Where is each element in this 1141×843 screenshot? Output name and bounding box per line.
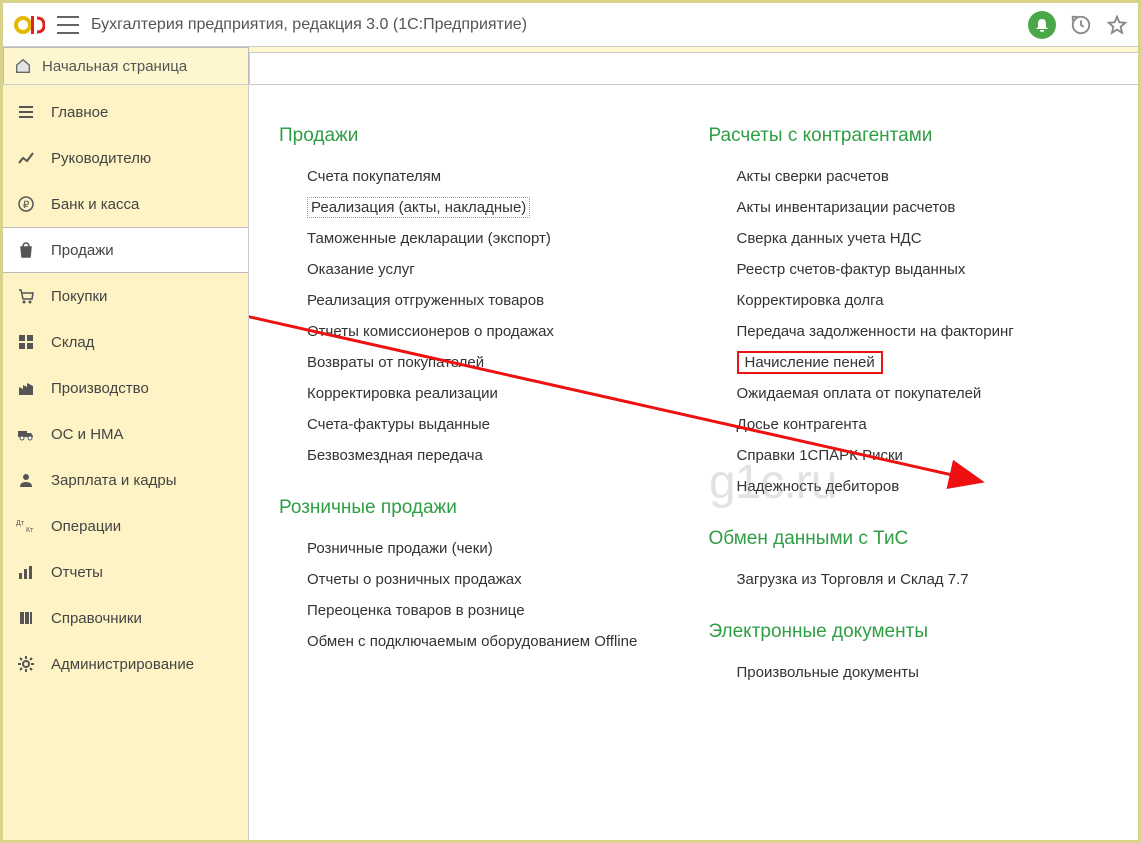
tab-label: Начальная страница bbox=[42, 58, 187, 75]
svg-text:Кт: Кт bbox=[26, 527, 34, 533]
svg-text:Дт: Дт bbox=[16, 520, 25, 527]
cart-icon bbox=[15, 287, 37, 305]
favorites-icon[interactable] bbox=[1106, 14, 1128, 36]
sidebar-item-label: Зарплата и кадры bbox=[51, 472, 177, 489]
books-icon bbox=[15, 609, 37, 627]
menu-link[interactable]: Оказание услуг bbox=[279, 254, 679, 285]
tab-row: Начальная страница bbox=[3, 47, 1138, 85]
sidebar-item-label: Справочники bbox=[51, 610, 142, 627]
menu-link[interactable]: Таможенные декларации (экспорт) bbox=[279, 223, 679, 254]
content-tab-area bbox=[249, 52, 1138, 84]
menu-link[interactable]: Отчеты комиссионеров о продажах bbox=[279, 316, 679, 347]
sidebar-item-7[interactable]: ОС и НМА bbox=[3, 411, 248, 457]
menu-link[interactable]: Корректировка долга bbox=[709, 285, 1109, 316]
chart-icon bbox=[15, 149, 37, 167]
menu-link[interactable]: Розничные продажи (чеки) bbox=[279, 533, 679, 564]
sidebar: Главное Руководителю ₽ Банк и касса Продажи П… bbox=[3, 85, 249, 840]
sidebar-item-label: Отчеты bbox=[51, 564, 103, 581]
gear-icon bbox=[15, 655, 37, 673]
menu-link[interactable]: Передача задолженности на факторинг bbox=[709, 316, 1109, 347]
sidebar-item-label: Банк и касса bbox=[51, 196, 139, 213]
person-icon bbox=[15, 471, 37, 489]
menu-link[interactable]: Справки 1СПАРК Риски bbox=[709, 440, 1109, 471]
sidebar-item-label: Главное bbox=[51, 104, 108, 121]
menu-link[interactable]: Ожидаемая оплата от покупателей bbox=[709, 378, 1109, 409]
svg-text:₽: ₽ bbox=[23, 200, 30, 211]
menu-icon[interactable] bbox=[57, 16, 79, 34]
bars-icon bbox=[15, 563, 37, 581]
menu-link[interactable]: Акты сверки расчетов bbox=[709, 161, 1109, 192]
menu-link[interactable]: Отчеты о розничных продажах bbox=[279, 564, 679, 595]
menu-link[interactable]: Переоценка товаров в рознице bbox=[279, 595, 679, 626]
menu-link[interactable]: Произвольные документы bbox=[709, 657, 1109, 688]
sidebar-item-label: Производство bbox=[51, 380, 149, 397]
sidebar-item-10[interactable]: Отчеты bbox=[3, 549, 248, 595]
sidebar-item-label: Администрирование bbox=[51, 656, 194, 673]
menu-link[interactable]: Начисление пеней bbox=[709, 347, 1109, 378]
sidebar-item-8[interactable]: Зарплата и кадры bbox=[3, 457, 248, 503]
menu-link[interactable]: Счета покупателям bbox=[279, 161, 679, 192]
menu-link[interactable]: Загрузка из Торговля и Склад 7.7 bbox=[709, 564, 1109, 595]
menu-link[interactable]: Безвозмездная передача bbox=[279, 440, 679, 471]
window-title: Бухгалтерия предприятия, редакция 3.0 (1… bbox=[91, 16, 1016, 34]
content-area: g1c.ru ПродажиСчета покупателямРеализаци… bbox=[249, 85, 1138, 840]
menu-link[interactable]: Реализация отгруженных товаров bbox=[279, 285, 679, 316]
dtkt-icon: ДтКт bbox=[15, 519, 37, 533]
menu-link[interactable]: Досье контрагента bbox=[709, 409, 1109, 440]
sidebar-item-9[interactable]: ДтКт Операции bbox=[3, 503, 248, 549]
menu-link[interactable]: Корректировка реализации bbox=[279, 378, 679, 409]
sidebar-item-5[interactable]: Склад bbox=[3, 319, 248, 365]
sidebar-item-label: Операции bbox=[51, 518, 121, 535]
sidebar-item-0[interactable]: Главное bbox=[3, 89, 248, 135]
menu-link[interactable]: Возвраты от покупателей bbox=[279, 347, 679, 378]
sidebar-item-12[interactable]: Администрирование bbox=[3, 641, 248, 687]
ruble-icon: ₽ bbox=[15, 195, 37, 213]
section-title: Обмен данными с ТиС bbox=[709, 528, 1109, 550]
sidebar-item-label: Покупки bbox=[51, 288, 107, 305]
section-title: Электронные документы bbox=[709, 621, 1109, 643]
sidebar-item-4[interactable]: Покупки bbox=[3, 273, 248, 319]
sidebar-item-label: Продажи bbox=[51, 242, 114, 259]
sidebar-item-6[interactable]: Производство bbox=[3, 365, 248, 411]
notifications-button[interactable] bbox=[1028, 11, 1056, 39]
sidebar-item-label: Склад bbox=[51, 334, 94, 351]
section-title: Розничные продажи bbox=[279, 497, 679, 519]
home-icon bbox=[14, 57, 32, 75]
truck-icon bbox=[15, 425, 37, 443]
app-logo-1c bbox=[13, 11, 45, 39]
menu-link[interactable]: Акты инвентаризации расчетов bbox=[709, 192, 1109, 223]
section-title: Продажи bbox=[279, 125, 679, 147]
sidebar-item-label: ОС и НМА bbox=[51, 426, 124, 443]
menu-link[interactable]: Реестр счетов-фактур выданных bbox=[709, 254, 1109, 285]
menu-link[interactable]: Сверка данных учета НДС bbox=[709, 223, 1109, 254]
sidebar-item-3[interactable]: Продажи bbox=[3, 227, 248, 273]
sidebar-item-2[interactable]: ₽ Банк и касса bbox=[3, 181, 248, 227]
menu-link[interactable]: Обмен с подключаемым оборудованием Offli… bbox=[279, 626, 679, 657]
list-icon bbox=[15, 103, 37, 121]
factory-icon bbox=[15, 379, 37, 397]
history-icon[interactable] bbox=[1070, 14, 1092, 36]
section-title: Расчеты с контрагентами bbox=[709, 125, 1109, 147]
tab-start-page[interactable]: Начальная страница bbox=[3, 47, 249, 84]
sidebar-item-label: Руководителю bbox=[51, 150, 151, 167]
grid-icon bbox=[15, 333, 37, 351]
menu-link[interactable]: Реализация (акты, накладные) bbox=[279, 192, 679, 223]
menu-link[interactable]: Надежность дебиторов bbox=[709, 471, 1109, 502]
sidebar-item-1[interactable]: Руководителю bbox=[3, 135, 248, 181]
top-toolbar: Бухгалтерия предприятия, редакция 3.0 (1… bbox=[3, 3, 1138, 47]
sidebar-item-11[interactable]: Справочники bbox=[3, 595, 248, 641]
bag-icon bbox=[15, 241, 37, 259]
menu-link[interactable]: Счета-фактуры выданные bbox=[279, 409, 679, 440]
